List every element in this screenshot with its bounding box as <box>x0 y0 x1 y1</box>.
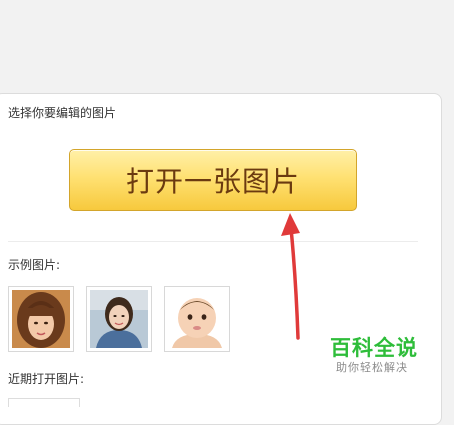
example-thumbnail-3[interactable] <box>164 286 230 352</box>
baby-portrait-image <box>168 290 226 348</box>
recent-images-label: 近期打开图片: <box>8 372 85 386</box>
examples-label: 示例图片: <box>8 258 61 272</box>
divider <box>8 241 418 242</box>
open-image-button[interactable]: 打开一张图片 <box>69 149 357 211</box>
example-thumbnail-2[interactable] <box>86 286 152 352</box>
woman-portrait-image <box>12 290 70 348</box>
panel-title: 选择你要编辑的图片 <box>8 106 117 120</box>
woman-portrait-image <box>90 290 148 348</box>
example-thumbnail-1[interactable] <box>8 286 74 352</box>
watermark-tagline: 助你轻松解决 <box>336 361 408 374</box>
watermark-logo: 百科全说 <box>330 336 418 360</box>
